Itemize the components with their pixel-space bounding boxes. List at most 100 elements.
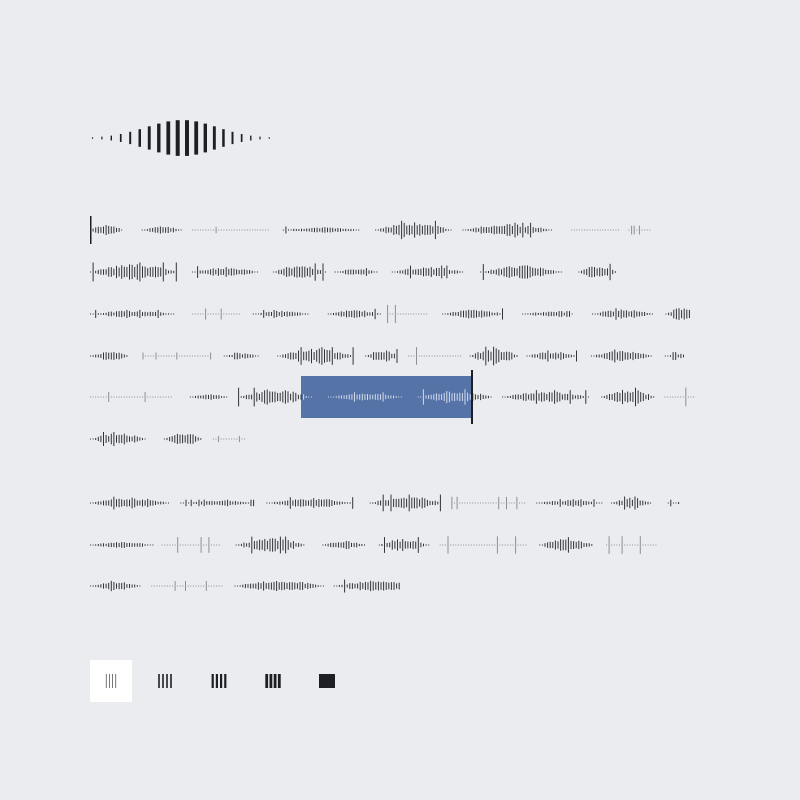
waveform-bar bbox=[402, 539, 404, 551]
waveform-bar bbox=[550, 229, 552, 231]
waveform-bar bbox=[426, 499, 428, 507]
waveform-bar bbox=[197, 229, 199, 231]
waveform-bar bbox=[614, 271, 616, 273]
waveform-bar bbox=[644, 501, 646, 505]
waveform-bar bbox=[470, 228, 472, 232]
waveform-bar bbox=[423, 267, 424, 277]
waveform-bar bbox=[269, 538, 271, 552]
density-button-3[interactable] bbox=[198, 660, 240, 702]
waveform-bar bbox=[234, 352, 236, 360]
waveform-bar bbox=[97, 354, 99, 358]
waveform-bar bbox=[439, 544, 441, 546]
waveform-bar bbox=[126, 309, 128, 318]
waveform-bar bbox=[504, 225, 506, 234]
waveform-bar bbox=[152, 500, 154, 506]
waveform-bar bbox=[346, 395, 348, 399]
waveform-bar bbox=[629, 392, 631, 402]
waveform-bar bbox=[118, 311, 120, 317]
waveform-bar bbox=[306, 228, 308, 232]
waveform-bar bbox=[394, 271, 396, 273]
density-bar bbox=[115, 674, 117, 688]
waveform-bar bbox=[624, 352, 626, 360]
waveform-bar bbox=[536, 502, 538, 504]
waveform-bar bbox=[219, 501, 221, 506]
waveform-bar bbox=[474, 502, 476, 504]
density-bar bbox=[220, 674, 223, 688]
waveform-bar bbox=[449, 355, 451, 357]
waveform-line[interactable] bbox=[90, 422, 700, 456]
waveform-bar bbox=[490, 269, 492, 275]
waveform-line[interactable] bbox=[90, 380, 700, 414]
waveform-line[interactable] bbox=[90, 297, 700, 331]
waveform-bar bbox=[638, 225, 640, 235]
waveform-bar bbox=[642, 393, 644, 402]
waveform-bar bbox=[410, 313, 412, 315]
waveform-bar bbox=[547, 270, 549, 275]
waveform-bar bbox=[462, 229, 464, 231]
waveform-bar bbox=[296, 583, 298, 589]
waveform-bar bbox=[235, 544, 237, 546]
waveform-bar bbox=[162, 262, 164, 282]
waveform-bar bbox=[581, 270, 582, 274]
density-bar bbox=[273, 674, 277, 688]
waveform-bar bbox=[176, 352, 178, 360]
hero-bar bbox=[212, 126, 216, 150]
waveform-line[interactable] bbox=[90, 213, 700, 247]
waveform-bar bbox=[97, 584, 99, 588]
waveform-bar bbox=[233, 438, 235, 440]
waveform-bar bbox=[514, 222, 516, 238]
waveform-bar bbox=[241, 229, 243, 231]
hero-bar bbox=[147, 126, 151, 150]
waveform-bar bbox=[585, 501, 587, 505]
waveform-bar bbox=[234, 585, 236, 587]
waveform-bar bbox=[144, 391, 146, 402]
density-button-2[interactable] bbox=[144, 660, 186, 702]
waveform-bar bbox=[251, 270, 253, 274]
waveform-bar bbox=[517, 544, 519, 546]
density-button-5[interactable] bbox=[306, 660, 348, 702]
density-button-4[interactable] bbox=[252, 660, 294, 702]
waveform-line[interactable] bbox=[90, 255, 700, 289]
waveform-bar bbox=[258, 313, 259, 315]
waveform-bar bbox=[168, 270, 169, 274]
waveform-line[interactable] bbox=[90, 528, 700, 562]
hero-bar bbox=[119, 134, 122, 142]
waveform-bar bbox=[260, 583, 262, 589]
waveform-bar bbox=[242, 354, 243, 358]
waveform-line[interactable] bbox=[90, 339, 700, 373]
waveform-bar bbox=[285, 226, 287, 234]
waveform-bar bbox=[434, 500, 436, 506]
waveform-bar bbox=[464, 389, 466, 405]
waveform-bar bbox=[345, 228, 347, 232]
waveform-bar bbox=[580, 541, 582, 549]
waveform-bar bbox=[141, 229, 143, 231]
waveform-bar bbox=[524, 265, 526, 279]
waveform-bar bbox=[116, 499, 117, 507]
waveform-bar bbox=[576, 350, 577, 362]
waveform-bar bbox=[248, 394, 250, 400]
density-button-1[interactable] bbox=[90, 660, 132, 702]
waveform-bar bbox=[631, 311, 633, 317]
waveform-bar bbox=[192, 229, 194, 231]
waveform-bar bbox=[243, 269, 245, 275]
waveform-bar bbox=[561, 311, 563, 317]
waveform-bar bbox=[289, 582, 291, 590]
waveform-line[interactable] bbox=[90, 486, 700, 520]
waveform-bar bbox=[318, 348, 320, 364]
waveform-line[interactable] bbox=[90, 569, 700, 603]
waveform-bar bbox=[202, 313, 204, 315]
waveform-bar bbox=[511, 352, 513, 360]
waveform-bar bbox=[200, 229, 201, 231]
waveform-bar bbox=[612, 269, 614, 275]
waveform-bar bbox=[393, 353, 395, 359]
waveform-bar bbox=[142, 499, 143, 507]
waveform-bar bbox=[192, 585, 194, 587]
waveform-bar bbox=[234, 501, 236, 505]
waveform-bar bbox=[573, 541, 575, 549]
waveform-bar bbox=[535, 390, 537, 404]
waveform-bar bbox=[328, 499, 330, 507]
waveform-bar bbox=[593, 499, 595, 507]
waveform-bar bbox=[284, 500, 286, 506]
waveform-bar bbox=[149, 396, 151, 398]
waveform-bar bbox=[351, 542, 352, 547]
